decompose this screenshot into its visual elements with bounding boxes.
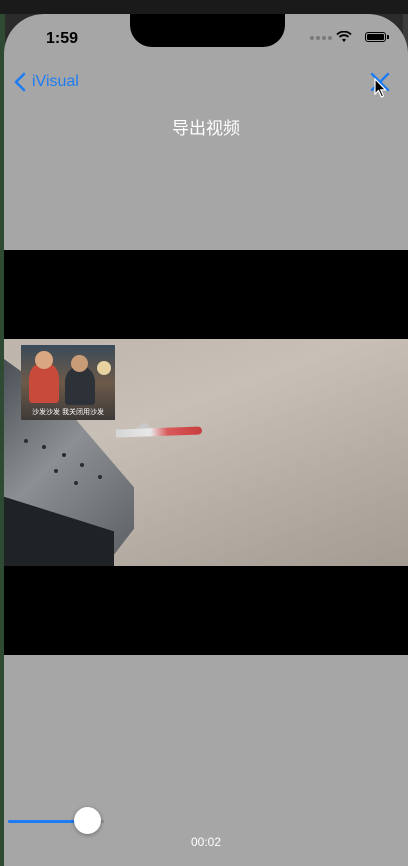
pip-subtitle: 沙发沙发 我关闭用沙发 [32, 409, 104, 416]
chevron-left-icon [14, 72, 26, 92]
pip-face-left [35, 351, 53, 369]
mouse-cursor-icon [374, 78, 387, 98]
pip-overlay: 沙发沙发 我关闭用沙发 [21, 345, 115, 420]
video-player[interactable]: 沙发沙发 我关闭用沙发 [4, 250, 408, 655]
status-time: 1:59 [46, 30, 79, 47]
signal-dots-icon [310, 36, 332, 40]
video-frame: 沙发沙发 我关闭用沙发 [4, 339, 408, 566]
pip-person-right [65, 367, 95, 405]
notch [130, 14, 285, 47]
current-time-label: 00:02 [190, 835, 222, 849]
pip-face-right [71, 355, 88, 372]
wifi-icon [336, 31, 352, 42]
battery-icon [365, 32, 389, 42]
pip-lamp [97, 361, 111, 375]
pip-person-left [29, 363, 59, 403]
playback-slider-thumb[interactable] [74, 807, 101, 834]
phone-screen: 1:59 iVisual 导出视频 沙发沙发 我关闭用沙发 00:02 [4, 14, 408, 866]
video-scene-missile [115, 426, 203, 438]
simulator-top-bar [0, 0, 408, 14]
back-button-label: iVisual [32, 73, 79, 90]
back-button[interactable]: iVisual [14, 70, 79, 94]
page-title: 导出视频 [172, 119, 240, 138]
